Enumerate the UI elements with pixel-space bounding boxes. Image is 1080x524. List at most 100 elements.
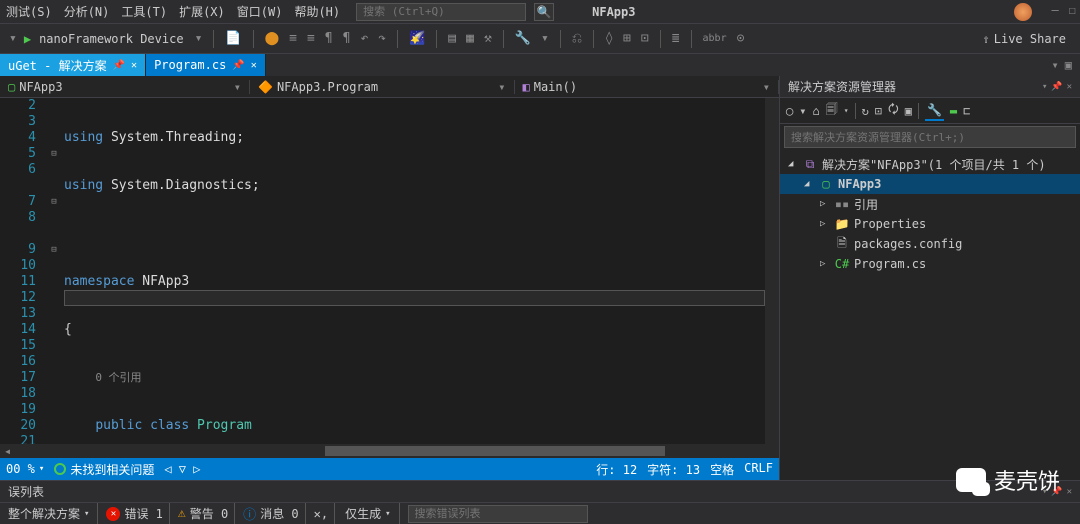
zoom-level[interactable]: 00 %▾ [6,462,44,476]
explorer-search-input[interactable] [784,126,1076,148]
dropdown-icon[interactable]: ▾ [6,31,20,46]
crumb-method[interactable]: ◧ Main() ▾ [515,80,780,94]
box-icon[interactable]: ⊡ [638,31,652,46]
start-config[interactable]: nanoFramework Device [35,32,188,46]
liveshare-button[interactable]: ⇪ Live Share [983,32,1074,46]
project-node[interactable]: ◢ ▢ NFApp3 [780,174,1080,194]
close-icon[interactable]: ✕ [1067,487,1072,497]
column-indicator[interactable]: 字符: 13 [647,461,700,478]
play-icon[interactable]: ▶ [24,32,31,46]
chevron-down-icon[interactable]: ▾ [763,80,770,94]
intellisense-filter[interactable]: ✕, [308,503,335,524]
error-search-input[interactable] [408,505,588,523]
nav-forward-icon[interactable]: ↷ [375,31,389,46]
scope-icon[interactable]: ⊏ [963,104,970,118]
chevron-down-icon[interactable]: ▾ [1042,82,1047,92]
solution-node[interactable]: ◢ ⧉ 解决方案"NFApp3"(1 个项目/共 1 个) [780,154,1080,174]
new-item-icon[interactable]: 📄 [222,31,244,46]
menu-tools[interactable]: 工具(T) [119,1,169,22]
error-list-header[interactable]: 误列表 ▾📌✕ [0,480,1080,502]
uncomment-icon[interactable]: ¶ [340,31,354,46]
indent-mode[interactable]: 空格 [710,461,734,478]
wrench-icon[interactable]: 🔧 [512,31,534,46]
indent-left-icon[interactable]: ≡ [286,31,300,46]
packages-config-node[interactable]: 🗎 packages.config [780,234,1080,254]
back-icon[interactable]: ◯ [786,104,793,118]
pin-icon[interactable]: 📌 [232,60,244,71]
comment-icon[interactable]: ¶ [322,31,336,46]
panel-title[interactable]: 解决方案资源管理器 ▾📌✕ [780,76,1080,98]
tab-window-icon[interactable]: ▣ [1065,58,1072,72]
grid-icon[interactable]: ⊞ [620,31,634,46]
refresh-icon[interactable]: 🗘 [888,100,899,121]
flame-icon[interactable]: ▾ [538,31,552,46]
menu-extensions[interactable]: 扩展(X) [177,1,227,22]
expand-icon[interactable]: ▷ [820,199,830,209]
search-input[interactable] [356,3,526,21]
nav-back-icon[interactable]: ↶ [357,31,371,46]
tab-overflow-icon[interactable]: ▾ [1052,58,1059,72]
maximize-icon[interactable]: ☐ [1069,3,1076,21]
sort-icon[interactable]: ≣ [669,31,683,46]
indent-right-icon[interactable]: ≡ [304,31,318,46]
properties-node[interactable]: ▷ 📁 Properties [780,214,1080,234]
fwd-icon[interactable]: ▾ [799,104,806,118]
menu-window[interactable]: 窗口(W) [235,1,285,22]
home-icon[interactable]: ⌂ [812,104,819,118]
code-editor[interactable]: ↔ ⇄ ＋ 23456789101112131415161718192021 ⊟… [0,98,779,444]
expand-icon[interactable]: ▷ [820,259,830,269]
pin-icon[interactable]: 📌 [1051,82,1062,92]
undo-icon[interactable]: ⎌ [569,31,585,46]
nest-icon[interactable]: 🗐 [826,100,838,121]
errors-filter[interactable]: ✕ 错误 1 [100,503,169,524]
breakpoint-icon[interactable]: ⬤ [262,31,283,46]
chevron-down-icon[interactable]: ▾ [192,31,206,46]
close-icon[interactable]: ✕ [1067,82,1072,92]
minimize-icon[interactable]: — [1052,3,1059,21]
horizontal-scrollbar[interactable]: ◂ [0,444,779,458]
close-icon[interactable]: ✕ [251,60,257,71]
close-icon[interactable]: ✕ [131,60,137,71]
line-indicator[interactable]: 行: 12 [596,461,637,478]
crumb-project[interactable]: ▢ NFApp3 ▾ [0,80,250,94]
tab-nuget[interactable]: uGet - 解决方案 📌 ✕ [0,54,146,76]
menu-help[interactable]: 帮助(H) [292,1,342,22]
avatar[interactable] [1014,3,1032,21]
expand-icon[interactable]: ◢ [804,179,814,189]
references-node[interactable]: ▷ ▪▪ 引用 [780,194,1080,214]
menu-test[interactable]: 测试(S) [4,1,54,22]
expand-icon[interactable]: ◢ [788,159,798,169]
chevron-down-icon[interactable]: ▾ [844,106,849,115]
warn-nav[interactable]: ◁ ▽ ▷ [164,462,200,476]
chevron-down-icon[interactable]: ▾ [498,80,505,94]
tool-icon[interactable]: 🌠 [406,31,428,46]
showall-icon[interactable]: ⊡ [875,104,882,118]
build-filter[interactable]: 仅生成 ▾ [337,503,399,524]
sync-icon[interactable]: ↻ [862,104,869,118]
warnings-filter[interactable]: ⚠ 警告 0 [172,503,235,524]
chevron-down-icon[interactable]: ▾ [234,80,241,94]
issues-status[interactable]: 未找到相关问题 [54,461,154,478]
crumb-class[interactable]: 🔶 NFApp3.Program ▾ [250,80,515,94]
layers2-icon[interactable]: ▦ [463,31,477,46]
layers-icon[interactable]: ▤ [445,31,459,46]
dot-icon[interactable]: ⊙ [734,31,748,46]
tool2-icon[interactable]: ⚒ [481,31,495,46]
line-ending[interactable]: CRLF [744,461,773,478]
properties-icon[interactable]: 🔧 [925,101,944,121]
search-icon[interactable]: 🔍 [534,3,554,21]
code-content[interactable]: using System.Threading; using System.Dia… [64,98,765,444]
collapse-icon[interactable]: ▣ [905,104,912,118]
scope-filter[interactable]: 整个解决方案 ▾ [0,503,98,524]
pin-icon[interactable]: 📌 [113,60,125,71]
vertical-scrollbar[interactable] [765,98,779,444]
markup-icon[interactable]: ◊ [602,31,616,46]
program-cs-node[interactable]: ▷ C# Program.cs [780,254,1080,274]
menu-analyze[interactable]: 分析(N) [62,1,112,22]
abbr-icon[interactable]: abbr [700,33,730,44]
messages-filter[interactable]: ⓘ 消息 0 [237,503,305,524]
tab-program-cs[interactable]: Program.cs 📌 ✕ [146,54,266,76]
fold-gutter[interactable]: ⊟⊟⊟ [48,98,60,444]
preview-icon[interactable]: ▬ [950,104,957,118]
expand-icon[interactable]: ▷ [820,219,830,229]
